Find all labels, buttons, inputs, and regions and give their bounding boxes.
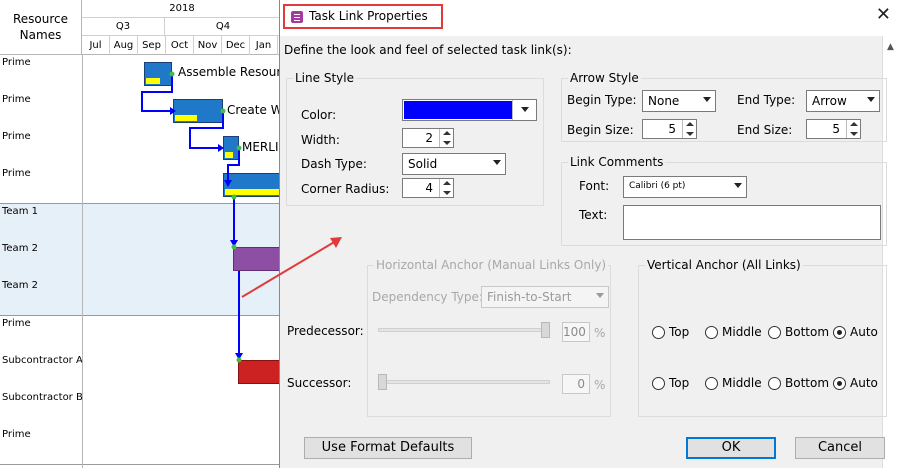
annotation-arrow bbox=[241, 237, 342, 298]
